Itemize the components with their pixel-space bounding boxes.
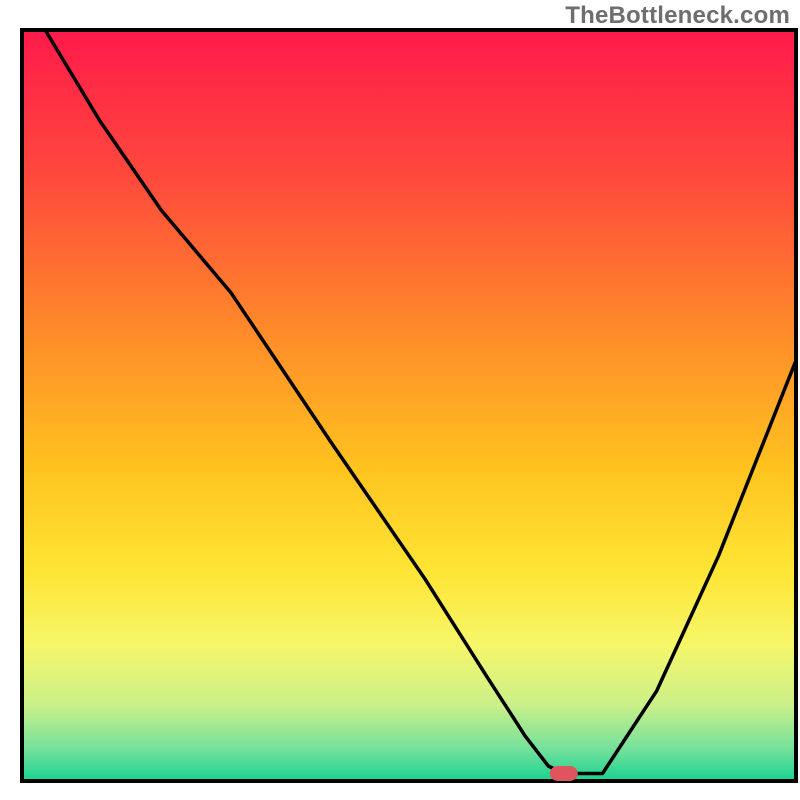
- chart-stage: TheBottleneck.com: [0, 0, 800, 800]
- min-marker: [550, 766, 578, 781]
- watermark-label: TheBottleneck.com: [565, 2, 790, 30]
- chart-svg: [0, 0, 800, 800]
- plot-background: [22, 30, 796, 781]
